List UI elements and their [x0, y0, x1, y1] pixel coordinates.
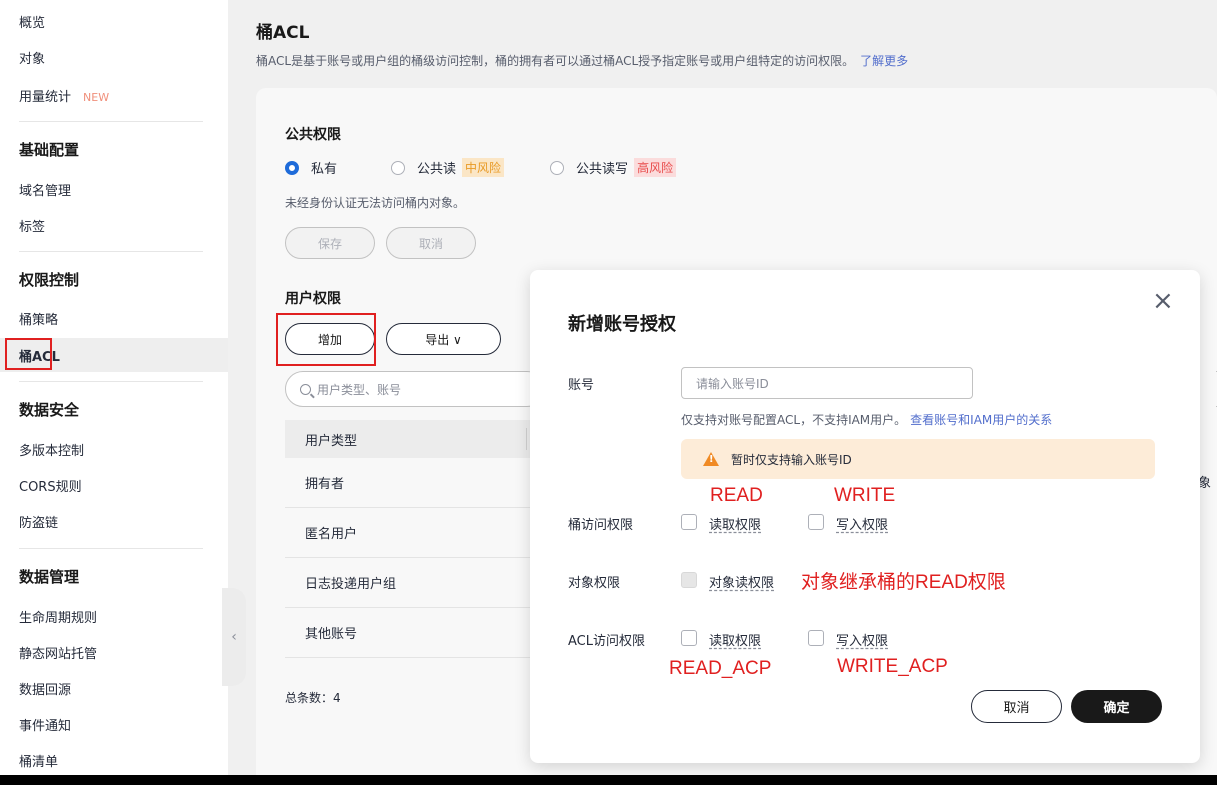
search-icon	[300, 383, 311, 395]
sidebar-item-tags[interactable]: 标签	[19, 216, 45, 235]
dialog-confirm-button[interactable]: 确定	[1071, 690, 1162, 723]
bucket-permission-label: 桶访问权限	[568, 518, 634, 533]
page-description: 桶ACL是基于账号或用户组的桶级访问控制，桶的拥有者可以通过桶ACL授予指定账号…	[256, 52, 908, 69]
bucket-read-checkbox[interactable]	[681, 514, 697, 530]
chevron-left-icon: ‹	[231, 629, 237, 645]
page-title: 桶ACL	[256, 23, 310, 43]
table-header: 用户类型	[285, 420, 545, 458]
acl-write-checkbox[interactable]	[808, 630, 824, 646]
sidebar-group-basic-config: 基础配置	[19, 141, 80, 159]
sidebar-item-overview[interactable]: 概览	[19, 12, 45, 31]
sidebar-group-data-management: 数据管理	[19, 568, 80, 586]
radio-public-read-write-label: 公共读写	[576, 162, 629, 177]
search-input[interactable]: 用户类型、账号	[285, 371, 545, 407]
acl-read-checkbox[interactable]	[681, 630, 697, 646]
public-permission-title: 公共权限	[285, 127, 341, 143]
search-placeholder: 用户类型、账号	[317, 382, 402, 397]
annotation-object-inherit: 对象继承桶的READ权限	[801, 572, 1006, 593]
account-relation-link[interactable]: 查看账号和IAM用户的关系	[910, 413, 1052, 427]
sidebar-item-back-to-source[interactable]: 数据回源	[19, 679, 71, 698]
acl-read-label: 读取权限	[709, 634, 762, 649]
dialog-cancel-button[interactable]: 取消	[971, 690, 1062, 723]
bottom-bar	[0, 775, 1217, 785]
highlight-box-bucket-acl	[5, 338, 52, 370]
sidebar-item-versioning[interactable]: 多版本控制	[19, 440, 84, 459]
warning-text: 暂时仅支持输入账号ID	[731, 452, 852, 467]
sidebar-item-bucket-policy[interactable]: 桶策略	[19, 309, 58, 328]
cancel-button[interactable]: 取消	[386, 227, 476, 259]
bucket-read-label: 读取权限	[709, 518, 762, 533]
warning-icon: !	[703, 452, 719, 466]
sidebar-item-usage-label: 用量统计	[19, 90, 72, 105]
account-note-text: 仅支持对账号配置ACL，不支持IAM用户。	[681, 413, 907, 427]
object-read-checkbox	[681, 572, 697, 588]
annotation-write: WRITE	[834, 485, 896, 506]
sidebar-item-hotlink[interactable]: 防盗链	[19, 512, 58, 531]
close-icon[interactable]: ×	[1152, 288, 1174, 314]
account-note: 仅支持对账号配置ACL，不支持IAM用户。 查看账号和IAM用户的关系	[681, 411, 1052, 428]
column-separator	[526, 428, 527, 450]
object-permission-label: 对象权限	[568, 576, 621, 591]
annotation-read-acp: READ_ACP	[669, 658, 772, 679]
dialog-title: 新增账号授权	[568, 314, 676, 335]
radio-public-read-label: 公共读	[417, 162, 457, 177]
sidebar-divider	[19, 381, 203, 382]
radio-public-read-write[interactable]	[550, 160, 565, 175]
sidebar-item-lifecycle[interactable]: 生命周期规则	[19, 607, 97, 626]
sidebar-divider	[19, 251, 203, 252]
sidebar-item-event-notification[interactable]: 事件通知	[19, 715, 71, 734]
save-button[interactable]: 保存	[285, 227, 375, 259]
total-count: 总条数：4	[285, 691, 341, 705]
public-permission-radio-group: 私有 公共读 中风险 公共读写 高风险	[285, 158, 677, 177]
sidebar-group-permission: 权限控制	[19, 271, 80, 289]
radio-private[interactable]	[285, 160, 299, 175]
annotation-write-acp: WRITE_ACP	[837, 656, 948, 677]
sidebar: 概览 对象 用量统计 NEW 基础配置 域名管理 标签 权限控制 桶策略 桶ACL…	[0, 0, 228, 775]
radio-public-read[interactable]	[391, 160, 406, 175]
new-badge: NEW	[83, 91, 110, 104]
sidebar-item-inventory[interactable]: 桶清单	[19, 751, 58, 770]
page-description-text: 桶ACL是基于账号或用户组的桶级访问控制，桶的拥有者可以通过桶ACL授予指定账号…	[256, 54, 855, 68]
acl-write-label: 写入权限	[836, 634, 889, 649]
user-permission-title: 用户权限	[285, 291, 341, 307]
sidebar-group-data-security: 数据安全	[19, 401, 80, 419]
add-account-dialog: 新增账号授权 × 账号 请输入账号ID 仅支持对账号配置ACL，不支持IAM用户…	[530, 270, 1200, 763]
column-header-user-type: 用户类型	[305, 433, 358, 449]
public-permission-hint: 未经身份认证无法访问桶内对象。	[285, 196, 466, 210]
sidebar-item-usage[interactable]: 用量统计 NEW	[19, 86, 109, 105]
account-id-placeholder: 请输入账号ID	[696, 376, 769, 391]
export-button[interactable]: 导出 ∨	[386, 323, 501, 355]
highlight-box-add	[276, 313, 376, 366]
acl-permission-label: ACL访问权限	[568, 634, 645, 649]
bucket-write-checkbox[interactable]	[808, 514, 824, 530]
radio-private-label: 私有	[311, 162, 338, 177]
sidebar-collapse-button[interactable]: ‹	[222, 588, 246, 686]
risk-badge-high: 高风险	[634, 158, 677, 177]
account-label: 账号	[568, 378, 595, 393]
learn-more-link[interactable]: 了解更多	[860, 54, 908, 68]
sidebar-divider	[19, 121, 203, 122]
account-id-input[interactable]: 请输入账号ID	[681, 367, 973, 399]
risk-badge-medium: 中风险	[462, 158, 505, 177]
warning-banner: ! 暂时仅支持输入账号ID	[681, 439, 1155, 479]
object-read-label: 对象读权限	[709, 576, 775, 591]
sidebar-item-objects[interactable]: 对象	[19, 48, 45, 67]
sidebar-item-domain[interactable]: 域名管理	[19, 180, 71, 199]
sidebar-divider	[19, 548, 203, 549]
sidebar-item-static-website[interactable]: 静态网站托管	[19, 643, 97, 662]
annotation-read: READ	[710, 485, 763, 506]
bucket-write-label: 写入权限	[836, 518, 889, 533]
sidebar-item-cors[interactable]: CORS规则	[19, 476, 82, 495]
